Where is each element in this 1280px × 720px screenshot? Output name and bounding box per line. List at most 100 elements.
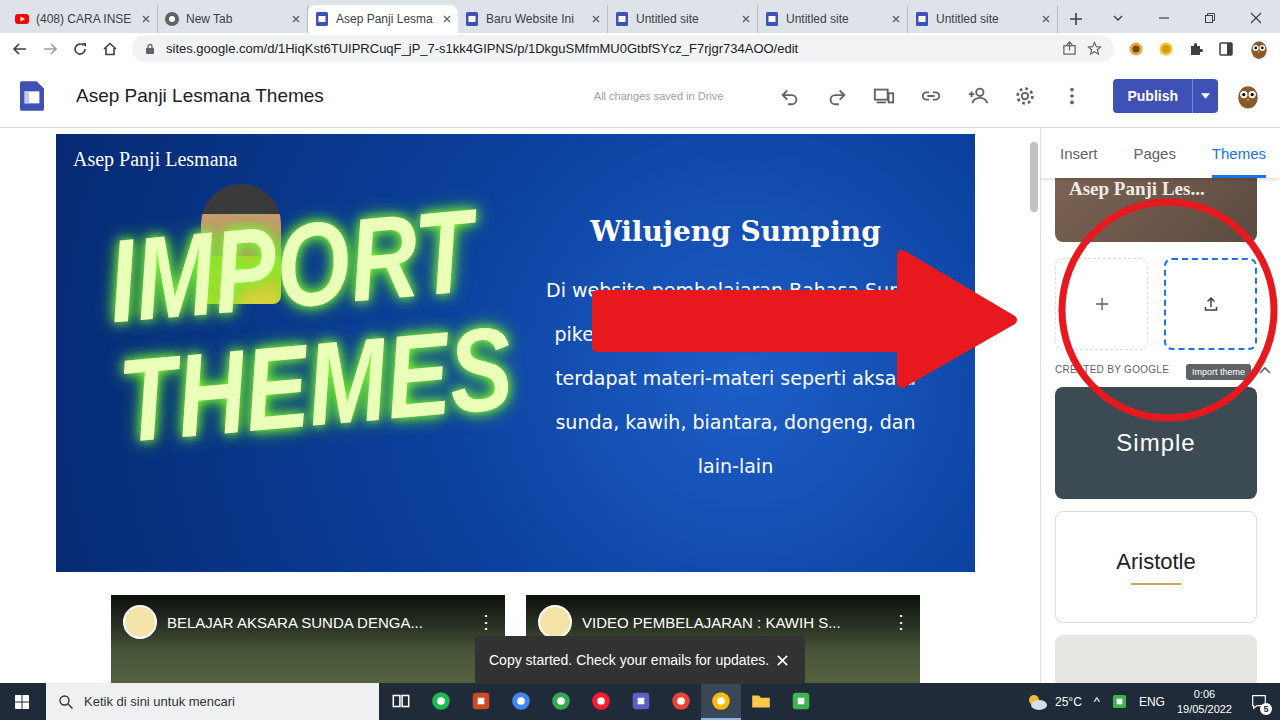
tab-label: Asep Panji Lesma — [336, 12, 436, 26]
channel-logo[interactable] — [538, 605, 572, 639]
taskbar-app[interactable] — [461, 683, 501, 720]
snackbar-message: Copy started. Check your emails for upda… — [489, 652, 769, 668]
redo-icon[interactable] — [826, 85, 848, 107]
tray-chevron[interactable]: ^ — [1094, 694, 1100, 709]
panel-tab[interactable]: Insert — [1060, 128, 1098, 178]
publish-button[interactable]: Publish — [1113, 79, 1218, 113]
panel-tabs: Insert Pages Themes — [1041, 128, 1280, 178]
temperature[interactable]: 25°C — [1055, 695, 1082, 709]
more-vertical-icon[interactable] — [1061, 85, 1083, 107]
gear-icon[interactable] — [1014, 85, 1036, 107]
star-icon[interactable] — [1087, 41, 1102, 56]
taskbar-app[interactable] — [701, 683, 741, 720]
windows-start-icon[interactable] — [14, 694, 30, 710]
site-title[interactable]: Asep Panji Lesmana Themes — [76, 85, 324, 107]
reload-icon[interactable] — [72, 41, 88, 57]
url-text: sites.google.com/d/1HiqKst6TUIPRCuqF_jP_… — [166, 41, 1052, 56]
owl-avatar-icon[interactable] — [1248, 38, 1270, 60]
close-icon[interactable] — [591, 14, 601, 24]
browser-tab[interactable]: Untitled site — [758, 5, 908, 33]
taskbar-app[interactable] — [781, 683, 821, 720]
taskbar-search[interactable]: Ketik di sini untuk mencari — [46, 683, 379, 720]
close-icon[interactable] — [141, 14, 151, 24]
opera-icon — [590, 690, 612, 712]
red-circle-icon — [1056, 196, 1280, 426]
video-menu[interactable]: ⋮ — [477, 611, 495, 633]
hero-site-name: Asep Panji Lesmana — [73, 148, 958, 171]
sites-icon — [464, 11, 480, 27]
weather-cloud-icon[interactable] — [1025, 692, 1049, 712]
undo-icon[interactable] — [779, 85, 801, 107]
folder-icon — [750, 690, 772, 712]
close-icon[interactable] — [741, 14, 751, 24]
hero-heading: Wilujeng Sumping — [513, 215, 958, 248]
language[interactable]: ENG — [1139, 695, 1165, 709]
import-theme-button[interactable] — [1164, 258, 1257, 350]
video-title[interactable]: BELAJAR AKSARA SUNDA DENGA... — [167, 614, 467, 631]
video-embed[interactable]: BELAJAR AKSARA SUNDA DENGA... ⋮ — [111, 595, 505, 683]
upload-icon — [1203, 296, 1219, 312]
browser-tab[interactable]: New Tab — [158, 5, 308, 33]
close-icon[interactable] — [1041, 14, 1051, 24]
hero-line: lain-lain — [513, 444, 958, 488]
taskbar-app[interactable] — [381, 683, 421, 720]
window-controls — [1112, 12, 1280, 33]
tab-label: Untitled site — [636, 12, 735, 26]
home-icon[interactable] — [102, 41, 118, 57]
taskbar-app[interactable] — [741, 683, 781, 720]
side-panel-icon[interactable] — [1218, 41, 1234, 57]
tab-strip: (408) CARA INSENew Tab Asep Panji Lesma Ba… — [0, 0, 1280, 33]
channel-logo[interactable] — [123, 605, 157, 639]
canvas-scrollbar[interactable] — [1030, 128, 1040, 683]
taskbar-app[interactable] — [421, 683, 461, 720]
chrome-icon — [670, 690, 692, 712]
sites-logo-icon[interactable] — [20, 81, 44, 111]
side-panel: InsertPagesThemesAsep Panji Les...Import… — [1040, 128, 1280, 683]
notifications-button[interactable]: 5 — [1246, 689, 1272, 715]
tab-search-icon[interactable] — [1112, 12, 1124, 24]
browser-tab[interactable]: Untitled site — [608, 5, 758, 33]
taskbar-app[interactable] — [581, 683, 621, 720]
owl-avatar-icon[interactable] — [1234, 82, 1262, 110]
theme-card[interactable] — [1055, 635, 1257, 683]
url-field[interactable]: sites.google.com/d/1HiqKst6TUIPRCuqF_jP_… — [132, 35, 1114, 62]
preview-devices-icon[interactable] — [873, 85, 895, 107]
taskbar-app[interactable] — [621, 683, 661, 720]
close-window-icon[interactable] — [1250, 12, 1262, 24]
video-menu[interactable]: ⋮ — [892, 611, 910, 633]
add-person-icon[interactable] — [967, 85, 989, 107]
puzzle-icon[interactable] — [1188, 41, 1204, 57]
publish-dropdown[interactable] — [1192, 79, 1218, 113]
snackbar: Copy started. Check your emails for upda… — [475, 636, 805, 684]
browser-tab[interactable]: Baru Website Ini — [458, 5, 608, 33]
close-icon[interactable] — [776, 654, 789, 667]
minimize-icon[interactable] — [1158, 12, 1170, 24]
new-tab-icon[interactable] — [1068, 11, 1084, 27]
theme-card[interactable]: Aristotle — [1055, 511, 1257, 623]
close-icon[interactable] — [891, 14, 901, 24]
forward-icon[interactable] — [42, 41, 58, 57]
panel-tab[interactable]: Themes — [1212, 128, 1266, 178]
browser-tab[interactable]: Untitled site — [908, 5, 1058, 33]
thumbnail-title: IMPORTTHEMES — [104, 188, 517, 461]
restore-icon[interactable] — [1204, 12, 1216, 24]
sites-icon — [314, 11, 330, 27]
browser-tab[interactable]: Asep Panji Lesma — [308, 5, 458, 33]
tray-app-icon[interactable] — [1112, 694, 1127, 709]
taskbar-app[interactable] — [541, 683, 581, 720]
video-title[interactable]: VIDEO PEMBELAJARAN : KAWIH S... — [582, 614, 882, 631]
close-icon[interactable] — [291, 14, 301, 24]
extension-coin-icon[interactable] — [1128, 41, 1144, 57]
back-icon[interactable] — [12, 41, 28, 57]
lock-icon[interactable] — [144, 43, 156, 55]
link-icon[interactable] — [920, 85, 942, 107]
share-icon[interactable] — [1062, 41, 1077, 56]
taskbar-app[interactable] — [501, 683, 541, 720]
taskbar-app[interactable] — [661, 683, 701, 720]
close-icon[interactable] — [442, 14, 452, 24]
panel-tab[interactable]: Pages — [1133, 128, 1176, 178]
browser-tab[interactable]: (408) CARA INSE — [8, 5, 158, 33]
extension-token-icon[interactable] — [1158, 41, 1174, 57]
clock[interactable]: 0:0619/05/2022 — [1177, 687, 1232, 717]
custom-theme-card[interactable]: Asep Panji Les... — [1055, 178, 1257, 242]
